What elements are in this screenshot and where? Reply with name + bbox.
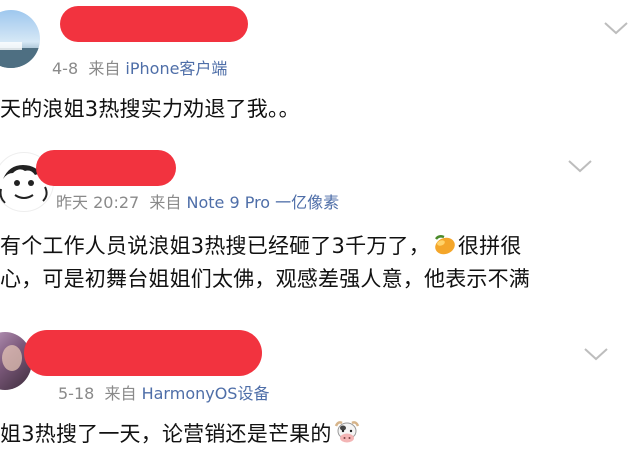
post-1: 4-8 来自 iPhone客户端 天的浪姐3热搜实力劝退了我。。: [0, 0, 640, 140]
post-meta: 昨天 20:27 来自 Note 9 Pro 一亿像素: [56, 189, 339, 213]
redacted-username: [24, 330, 262, 376]
redacted-username: [60, 6, 248, 42]
source-link[interactable]: HarmonyOS设备: [142, 384, 270, 403]
post-meta: 5-18 来自 HarmonyOS设备: [58, 380, 269, 404]
post-date: 4-8: [52, 59, 79, 78]
chevron-down-icon[interactable]: [566, 158, 594, 174]
post-text-line: 姐3热搜了一天，论营销还是芒果的: [0, 422, 332, 446]
post-text-line-2: 心，可是初舞台姐姐们太佛，观感差强人意，他表示不满: [0, 267, 530, 291]
cow-emoji-icon: [334, 420, 360, 449]
post-text: 有个工作人员说浪姐3热搜已经砸了3千万了， 很拼很: [0, 230, 522, 261]
chevron-down-icon[interactable]: [582, 346, 610, 362]
post-text: 姐3热搜了一天，论营销还是芒果的: [0, 418, 362, 449]
source-prefix: 来自: [104, 384, 137, 403]
avatar-image: [0, 42, 40, 68]
source-prefix: 来自: [149, 193, 182, 212]
post-date: 5-18: [58, 384, 95, 403]
post-date: 昨天 20:27: [56, 193, 140, 212]
redacted-username: [36, 150, 176, 186]
post-text-line: 天的浪姐3热搜实力劝退了我。。: [0, 97, 300, 121]
mango-emoji-icon: [432, 234, 456, 261]
avatar[interactable]: [0, 10, 40, 68]
post-text: 心，可是初舞台姐姐们太佛，观感差强人意，他表示不满: [0, 263, 530, 293]
post-text: 天的浪姐3热搜实力劝退了我。。: [0, 93, 300, 123]
source-link[interactable]: iPhone客户端: [125, 59, 227, 78]
post-2: 昨天 20:27 来自 Note 9 Pro 一亿像素 有个工作人员说浪姐3热搜…: [0, 140, 640, 310]
post-text-line-1: 有个工作人员说浪姐3热搜已经砸了3千万了，: [0, 234, 430, 258]
chevron-down-icon[interactable]: [602, 20, 630, 36]
source-prefix: 来自: [88, 59, 121, 78]
post-3: 5-18 来自 HarmonyOS设备 姐3热搜了一天，论营销还是芒果的: [0, 310, 640, 469]
post-text-line-1-end: 很拼很: [457, 234, 522, 258]
post-meta: 4-8 来自 iPhone客户端: [52, 55, 227, 79]
source-link[interactable]: Note 9 Pro 一亿像素: [186, 193, 339, 212]
